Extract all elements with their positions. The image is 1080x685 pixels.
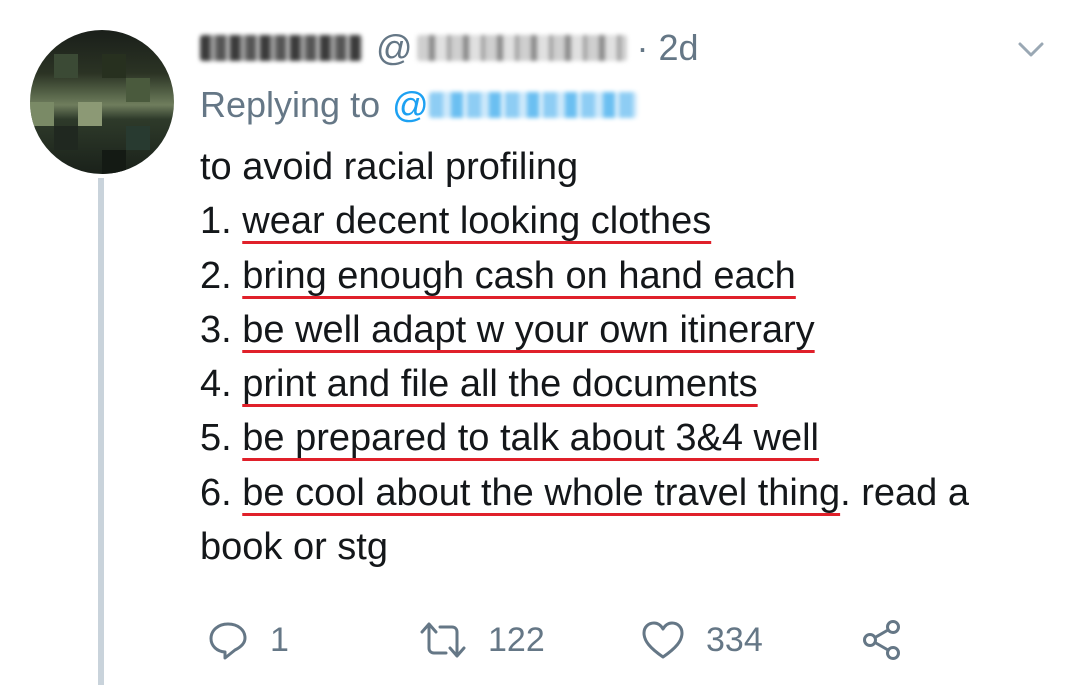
like-count: 334 — [706, 620, 763, 659]
timestamp[interactable]: · 2d — [637, 27, 699, 69]
reply-icon — [209, 622, 247, 660]
chevron-down-icon[interactable] — [1016, 34, 1046, 64]
reply-button[interactable]: 1 — [206, 610, 289, 670]
list-number: 6. — [200, 471, 243, 514]
underlined-text: be cool about the whole travel thing — [242, 471, 841, 514]
tweet-line: 3. be well adapt w your own itinerary — [200, 303, 1060, 357]
tweet-line: 5. be prepared to talk about 3&4 well — [200, 411, 1060, 465]
underlined-text: wear decent looking clothes — [242, 200, 712, 243]
display-name-redacted[interactable] — [200, 35, 362, 61]
retweet-button[interactable]: 122 — [418, 610, 545, 670]
underlined-text: be well adapt w your own itinerary — [242, 308, 815, 351]
list-number: 3. — [200, 308, 243, 351]
like-button[interactable]: 334 — [640, 610, 763, 670]
tweet-line: 6. be cool about the whole travel thing.… — [200, 466, 1060, 520]
share-button[interactable] — [860, 610, 904, 670]
underlined-text: be prepared to talk about 3&4 well — [242, 417, 819, 460]
share-icon — [863, 620, 900, 660]
tweet-line: book or stg — [200, 520, 1060, 574]
reply-mention-redacted — [428, 92, 637, 118]
tweet-line: 1. wear decent looking clothes — [200, 194, 1060, 248]
tweet-line: to avoid racial profiling — [200, 140, 1060, 194]
replying-to-label: Replying to — [200, 84, 381, 125]
retweet-count: 122 — [488, 620, 545, 659]
like-icon — [642, 621, 684, 659]
reply-mention-prefix: @ — [392, 84, 429, 125]
list-number: 1. — [200, 200, 243, 243]
thread-line — [98, 178, 104, 685]
underlined-text: print and file all the documents — [242, 363, 758, 406]
list-number: 5. — [200, 417, 243, 460]
list-number: 4. — [200, 363, 243, 406]
handle-prefix: @ — [376, 27, 413, 68]
list-number: 2. — [200, 254, 243, 297]
tweet-line-text: book or stg — [200, 526, 388, 569]
replying-to: Replying to @ — [200, 80, 637, 130]
tweet-line: 4. print and file all the documents — [200, 357, 1060, 411]
handle-redacted[interactable] — [416, 35, 627, 61]
reply-mention[interactable]: @ — [392, 84, 637, 126]
tweet-header: @ · 2d — [200, 22, 709, 74]
avatar[interactable] — [30, 30, 174, 174]
underlined-text: bring enough cash on hand each — [242, 254, 796, 297]
reply-count: 1 — [270, 620, 289, 659]
tweet-actions: 1 122 334 — [200, 610, 960, 670]
tweet-text: to avoid racial profiling 1. wear decent… — [200, 140, 1060, 574]
retweet-icon — [420, 622, 466, 658]
tweet-line-text: to avoid racial profiling — [200, 146, 579, 188]
tweet-line-suffix: . read a — [840, 471, 969, 514]
tweet-line: 2. bring enough cash on hand each — [200, 249, 1060, 303]
